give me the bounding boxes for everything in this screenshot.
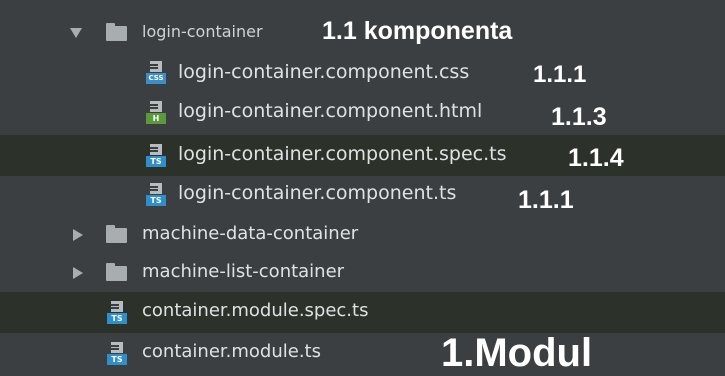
- ts-file-icon: TS: [146, 183, 166, 207]
- ts-file-icon: TS: [107, 301, 127, 325]
- file-label: login-container.component.spec.ts: [178, 143, 507, 165]
- tree-item-component-html[interactable]: H login-container.component.html 1.1.3: [0, 93, 725, 133]
- ts-file-icon: TS: [146, 144, 166, 168]
- annotation-label: 1.1.4: [568, 144, 624, 172]
- tree-item-component-css[interactable]: CSS login-container.component.css 1.1.1: [0, 53, 725, 93]
- tree-item-login-container[interactable]: login-container 1.1 komponenta: [0, 13, 725, 53]
- ts-file-icon: TS: [107, 342, 127, 366]
- chevron-right-icon[interactable]: [73, 229, 83, 241]
- file-label: container.module.spec.ts: [142, 300, 369, 321]
- file-label: container.module.ts: [142, 341, 321, 362]
- folder-icon: [106, 225, 127, 243]
- tree-item-component-ts[interactable]: TS login-container.component.ts 1.1.1: [0, 176, 725, 216]
- folder-icon: [106, 263, 127, 281]
- annotation-label: 1.1.1: [533, 61, 587, 88]
- file-label: login-container.component.ts: [178, 182, 457, 204]
- tree-item-machine-list-container[interactable]: machine-list-container: [0, 253, 725, 293]
- file-label: login-container.component.css: [178, 61, 470, 83]
- tree-item-module-ts[interactable]: TS container.module.ts 1.Modul: [0, 331, 725, 376]
- file-label: login-container.component.html: [178, 100, 483, 122]
- annotation-label: 1.1 komponenta: [322, 17, 513, 45]
- folder-label: machine-data-container: [142, 223, 359, 244]
- annotation-label: 1.1.3: [551, 103, 607, 131]
- annotation-label: 1.Modul: [441, 331, 593, 375]
- chevron-down-icon[interactable]: [70, 28, 82, 38]
- tree-item-module-spec-ts[interactable]: TS container.module.spec.ts: [0, 292, 725, 333]
- chevron-right-icon[interactable]: [73, 267, 83, 279]
- folder-label: machine-list-container: [142, 261, 345, 282]
- tree-item-machine-data-container[interactable]: machine-data-container: [0, 215, 725, 255]
- tree-item-component-spec-ts[interactable]: TS login-container.component.spec.ts 1.1…: [0, 135, 725, 176]
- folder-icon: [106, 23, 127, 41]
- css-file-icon: CSS: [146, 61, 166, 85]
- annotation-label: 1.1.1: [518, 186, 574, 214]
- html-file-icon: H: [146, 101, 166, 125]
- folder-label: login-container: [142, 22, 263, 41]
